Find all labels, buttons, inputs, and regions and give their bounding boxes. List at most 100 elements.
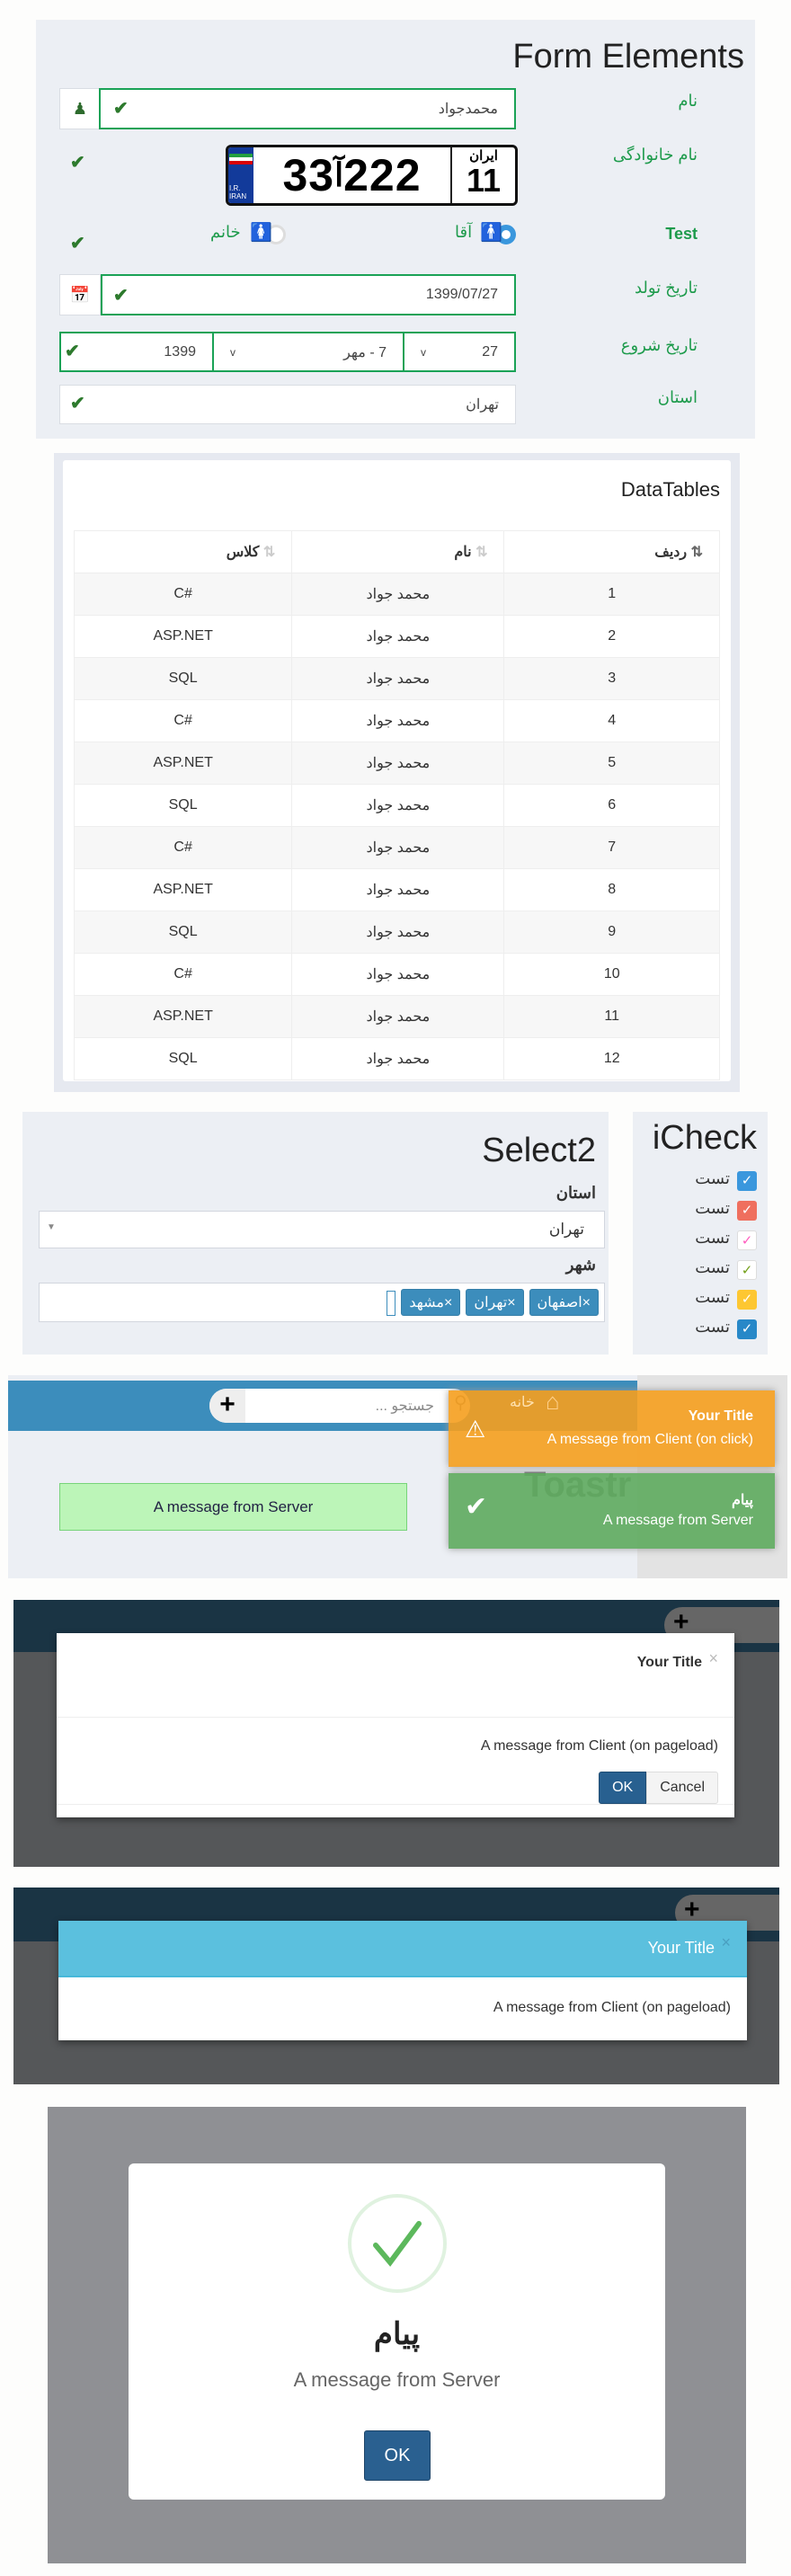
table-cell: محمد جواد <box>291 910 505 954</box>
select2-city-multiselect[interactable]: ×اصفهان×تهران×مشهد <box>39 1283 605 1322</box>
city-tag[interactable]: ×اصفهان <box>529 1289 599 1316</box>
icheck-checkbox[interactable]: ✓ <box>737 1319 757 1339</box>
sweetalert-message: A message from Server <box>293 2368 501 2391</box>
table-cell: SQL <box>73 657 293 700</box>
birth-date-input[interactable]: 1399/07/27 <box>101 274 516 315</box>
check-icon: ✔ <box>65 342 80 361</box>
table-row: 5 محمد جواد ASP.NET <box>73 742 720 785</box>
birth-label: تاریخ تولد <box>634 279 698 297</box>
remove-tag-icon[interactable]: × <box>444 1295 452 1310</box>
check-icon: ✔ <box>70 394 85 413</box>
plate-region: 11 <box>466 162 502 199</box>
sweetalert-title: پیام <box>373 2317 421 2351</box>
male-icon: 🚹 <box>480 223 502 243</box>
datatables-panel: DataTables ⇅ ردیف ⇅ نام ⇅ کلاس 1 محمد جواد C#… <box>54 453 740 1092</box>
modal-title: Your Title <box>647 1939 715 1957</box>
icheck-checkbox[interactable]: ✓ <box>737 1230 757 1250</box>
radio-male-label: آقا <box>455 223 473 241</box>
success-icon <box>348 2194 447 2293</box>
table-cell: 1 <box>503 573 720 616</box>
table-row: 4 محمد جواد C# <box>73 699 720 742</box>
calendar-icon: 📅 <box>59 274 101 315</box>
table-cell: 7 <box>503 826 720 869</box>
table-cell: 10 <box>503 953 720 996</box>
search-input[interactable]: جستجو ... <box>209 1389 470 1423</box>
table-cell: SQL <box>73 1037 293 1080</box>
close-icon[interactable]: × <box>721 1933 731 1952</box>
check-icon: ✔ <box>113 286 129 306</box>
city-tag[interactable]: ×مشهد <box>401 1289 461 1316</box>
icheck-label: تست <box>695 1169 730 1187</box>
icheck-checkbox[interactable]: ✓ <box>737 1290 757 1310</box>
table-cell: 6 <box>503 784 720 827</box>
iran-flag-icon <box>229 154 253 164</box>
table-cell: 8 <box>503 868 720 911</box>
name-input[interactable]: محمدجواد <box>99 88 516 129</box>
icheck-checkbox[interactable]: ✓ <box>737 1260 757 1280</box>
modal-message: A message from Client (on pageload) <box>480 1738 718 1754</box>
check-icon: ✔ <box>465 1492 488 1522</box>
city-tag[interactable]: ×تهران <box>466 1289 524 1316</box>
toastr-demo: جستجو ... + ⚲ Toastr A message from Serv… <box>8 1375 787 1578</box>
column-header[interactable]: ⇅ نام <box>291 530 505 573</box>
check-icon: ✔ <box>70 234 85 253</box>
icheck-checkbox[interactable]: ✓ <box>737 1201 757 1221</box>
icheck-label: تست <box>695 1258 730 1276</box>
family-label: نام خانوادگی <box>612 146 698 164</box>
select2-panel: Select2 استان تهران ▼ شهر ×اصفهان×تهران×م… <box>22 1112 609 1355</box>
add-button[interactable]: + <box>209 1389 245 1423</box>
province-select[interactable]: تهران <box>59 385 516 424</box>
table-cell: محمد جواد <box>291 573 505 616</box>
toast-warning[interactable]: Your Title A message from Client (on cli… <box>449 1390 775 1467</box>
select2-province-label: استان <box>555 1184 596 1202</box>
datatables-title: DataTables <box>620 478 720 501</box>
table-cell: SQL <box>73 910 293 954</box>
table-cell: ASP.NET <box>73 615 293 658</box>
form-title: Form Elements <box>512 38 744 76</box>
table-row: 10 محمد جواد C# <box>73 953 720 996</box>
start-day-select[interactable]: 27 v <box>403 332 516 372</box>
select2-city-label: شهر <box>565 1256 596 1274</box>
table-row: 2 محمد جواد ASP.NET <box>73 615 720 658</box>
license-plate-input[interactable]: I.R. IRAN 33 آ 222 ایران 11 <box>226 145 518 206</box>
select2-title: Select2 <box>482 1132 596 1169</box>
chevron-down-icon: v <box>421 345 426 359</box>
sweetalert-dialog: پیام A message from Server OK <box>129 2163 665 2500</box>
table-cell: محمد جواد <box>291 995 505 1038</box>
table-cell: ASP.NET <box>73 742 293 785</box>
table-cell: C# <box>73 953 293 996</box>
province-label: استان <box>657 388 698 406</box>
ok-button[interactable]: OK <box>364 2430 431 2481</box>
modal-message: A message from Client (on pageload) <box>493 2000 731 2015</box>
icheck-checkbox[interactable]: ✓ <box>737 1171 757 1191</box>
home-link[interactable]: خانه <box>510 1393 535 1411</box>
city-tag-label: اصفهان <box>537 1295 582 1310</box>
modal-backdrop: + Your Title × A message from Client (on… <box>13 1600 779 1867</box>
remove-tag-icon[interactable]: × <box>507 1295 515 1310</box>
city-search-input[interactable] <box>387 1290 396 1316</box>
name-label: نام <box>678 92 698 110</box>
table-cell: محمد جواد <box>291 826 505 869</box>
table-cell: محمد جواد <box>291 615 505 658</box>
home-icon: ⌂ <box>546 1388 560 1415</box>
icheck-label: تست <box>695 1199 730 1217</box>
close-icon[interactable]: × <box>708 1649 718 1668</box>
column-header[interactable]: ⇅ کلاس <box>73 530 293 573</box>
select2-province-select[interactable]: تهران ▼ <box>39 1211 605 1248</box>
data-table: ⇅ ردیف ⇅ نام ⇅ کلاس 1 محمد جواد C# 2 محمد جواد A… <box>73 530 720 1080</box>
chevron-down-icon: v <box>230 345 236 359</box>
ok-button[interactable]: OK <box>599 1772 647 1804</box>
table-cell: محمد جواد <box>291 1037 505 1080</box>
start-year-select[interactable]: 1399 <box>59 332 214 372</box>
column-header[interactable]: ⇅ ردیف <box>503 530 720 573</box>
cancel-button[interactable]: Cancel <box>646 1772 718 1804</box>
remove-tag-icon[interactable]: × <box>582 1295 591 1310</box>
table-row: 8 محمد جواد ASP.NET <box>73 868 720 911</box>
table-row: 7 محمد جواد C# <box>73 826 720 869</box>
table-row: 6 محمد جواد SQL <box>73 784 720 827</box>
table-cell: SQL <box>73 784 293 827</box>
start-month-select[interactable]: 7 - مهر v <box>212 332 404 372</box>
table-cell: محمد جواد <box>291 953 505 996</box>
toast-success[interactable]: پیام A message from Server ✔ <box>449 1473 775 1549</box>
plate-country-strip: I.R. IRAN <box>228 147 253 203</box>
